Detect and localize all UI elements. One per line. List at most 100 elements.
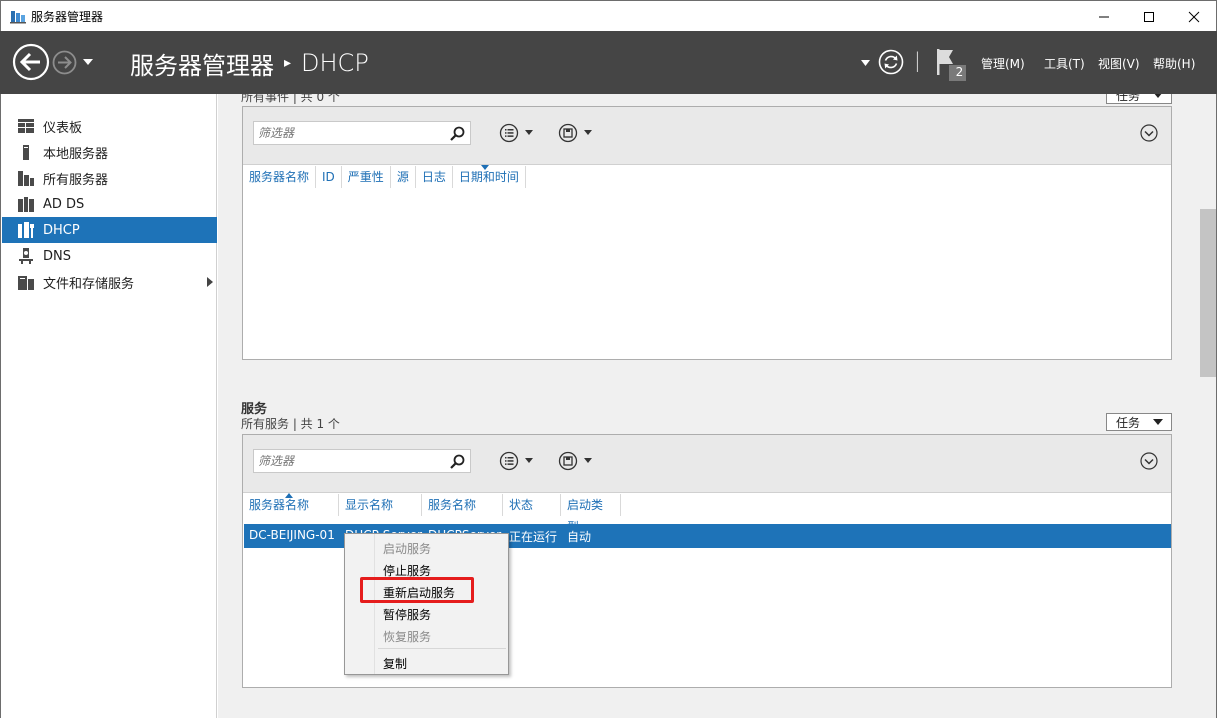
sidebar-item-dhcp[interactable]: DHCP — [2, 217, 217, 243]
chevron-right-icon — [207, 277, 213, 287]
services-column-headers: 服务器名称 显示名称 服务名称 状态 启动类型 — [243, 493, 621, 534]
column-header[interactable]: 启动类型 — [561, 494, 621, 534]
menu-tools[interactable]: 工具(T) — [1044, 55, 1085, 72]
sidebar-item-label: DNS — [43, 248, 71, 264]
server-manager-app-icon — [10, 11, 26, 24]
local-server-icon — [17, 143, 35, 161]
dashboard-icon — [17, 117, 35, 135]
events-filter-box[interactable] — [253, 121, 471, 145]
file-storage-icon — [17, 273, 35, 291]
window-title: 服务器管理器 — [31, 10, 104, 24]
column-header[interactable]: 严重性 — [342, 166, 391, 188]
context-menu-gutter — [345, 534, 375, 674]
notifications-flag-button[interactable]: 2 — [934, 47, 968, 81]
column-header-label: 服务器名称 — [249, 498, 310, 512]
app-header: 服务器管理器 ▸ DHCP | 2 管理(M) 工具(T) 视图(V) 帮助(H… — [0, 31, 1217, 94]
services-toolbar — [243, 435, 1171, 493]
search-icon[interactable] — [450, 126, 465, 141]
breadcrumb-separator-icon: ▸ — [284, 55, 292, 71]
column-header[interactable]: 日志 — [416, 166, 453, 188]
list-options-icon[interactable] — [499, 123, 535, 143]
sidebar-item-label: 文件和存储服务 — [43, 276, 135, 292]
column-header[interactable]: 源 — [391, 166, 416, 188]
menu-help[interactable]: 帮助(H) — [1153, 55, 1195, 72]
notification-count-badge: 2 — [955, 65, 964, 79]
column-header[interactable]: 显示名称 — [339, 494, 422, 516]
events-panel: 服务器名称 ID 严重性 源 日志 日期和时间 — [242, 106, 1172, 360]
sidebar-item-all-servers[interactable]: 所有服务器 — [2, 165, 217, 191]
chevron-down-icon — [1153, 419, 1163, 425]
cell-server-name: DC-BEIJING-01 — [249, 528, 335, 542]
maximize-button[interactable] — [1126, 1, 1172, 32]
breadcrumb: 服务器管理器 ▸ DHCP — [130, 46, 369, 81]
events-subtitle: 所有事件 | 共 0 个 — [241, 94, 340, 104]
refresh-icon[interactable] — [878, 49, 904, 75]
column-header-sorted[interactable]: 服务器名称 — [243, 493, 339, 516]
sidebar-item-label: 仪表板 — [43, 120, 83, 136]
menu-item-copy[interactable]: 复制 — [383, 655, 407, 672]
services-filter-box[interactable] — [253, 449, 471, 473]
sidebar-item-label: 所有服务器 — [43, 172, 109, 188]
events-toolbar — [243, 107, 1171, 165]
menu-view[interactable]: 视图(V) — [1098, 55, 1140, 72]
sidebar-item-dns[interactable]: DNS — [2, 243, 217, 269]
menu-separator — [378, 648, 506, 649]
scrollbar-thumb[interactable] — [1200, 209, 1216, 377]
menu-item-start-service[interactable]: 启动服务 — [383, 540, 431, 557]
column-header[interactable]: ID — [316, 166, 342, 188]
sidebar-item-label: AD DS — [43, 196, 85, 212]
column-header-sorted[interactable]: 日期和时间 — [453, 165, 526, 188]
chevron-down-icon — [1154, 94, 1162, 98]
sidebar-item-file-storage[interactable]: 文件和存储服务 — [2, 269, 217, 295]
menu-manage[interactable]: 管理(M) — [981, 55, 1025, 72]
forward-arrow-icon[interactable] — [52, 50, 77, 75]
adds-icon — [17, 195, 35, 213]
services-task-label: 任务 — [1116, 415, 1141, 430]
column-header-label: 日期和时间 — [458, 170, 519, 184]
cell-startup-type: 自动 — [567, 530, 592, 544]
sidebar-item-local-server[interactable]: 本地服务器 — [2, 139, 217, 165]
dns-icon — [17, 247, 35, 265]
title-bar: 服务器管理器 — [0, 0, 1217, 31]
expand-collapse-icon[interactable] — [1140, 452, 1158, 470]
sidebar-item-label: DHCP — [43, 222, 80, 238]
context-menu: 启动服务 停止服务 重新启动服务 暂停服务 恢复服务 复制 — [344, 533, 509, 675]
history-dropdown-icon[interactable] — [82, 57, 94, 67]
restart-service-highlight — [360, 577, 474, 603]
back-arrow-icon[interactable] — [12, 43, 50, 81]
refresh-dropdown-icon[interactable] — [861, 60, 870, 66]
menu-item-pause-service[interactable]: 暂停服务 — [383, 606, 431, 623]
services-filter-input[interactable] — [254, 450, 444, 472]
sort-descending-icon — [480, 165, 489, 170]
events-filter-input[interactable] — [254, 122, 444, 144]
breadcrumb-current: DHCP — [301, 49, 369, 77]
list-options-icon[interactable] — [499, 451, 535, 471]
services-task-button[interactable]: 任务 — [1106, 413, 1172, 431]
column-header[interactable]: 状态 — [503, 494, 561, 516]
sidebar-item-ad-ds[interactable]: AD DS — [2, 191, 217, 217]
dhcp-icon — [17, 221, 35, 239]
sidebar-nav: 仪表板 本地服务器 所有服务器 AD DS DHCP DNS 文件和存储服务 — [0, 94, 217, 718]
cell-status: 正在运行 — [509, 530, 558, 544]
close-icon — [1188, 11, 1200, 22]
maximize-icon — [1144, 11, 1154, 22]
column-header[interactable]: 服务器名称 — [243, 166, 317, 188]
save-query-icon[interactable] — [558, 123, 594, 143]
breadcrumb-root[interactable]: 服务器管理器 — [130, 46, 274, 81]
events-task-button[interactable]: 任务 — [1106, 94, 1172, 104]
column-header[interactable]: 服务名称 — [422, 494, 503, 516]
minimize-icon — [1099, 16, 1109, 17]
vertical-scrollbar[interactable] — [1199, 94, 1217, 718]
close-button[interactable] — [1171, 1, 1217, 32]
search-icon[interactable] — [450, 454, 465, 469]
expand-collapse-icon[interactable] — [1140, 124, 1158, 142]
save-query-icon[interactable] — [558, 451, 594, 471]
sidebar-item-dashboard[interactable]: 仪表板 — [2, 113, 217, 139]
header-separator: | — [914, 48, 921, 72]
minimize-button[interactable] — [1081, 1, 1127, 32]
menu-item-resume-service[interactable]: 恢复服务 — [383, 628, 431, 645]
sort-ascending-icon — [285, 493, 293, 498]
events-task-label: 任务 — [1116, 94, 1141, 103]
services-subtitle: 所有服务 | 共 1 个 — [241, 417, 340, 431]
events-column-headers: 服务器名称 ID 严重性 源 日志 日期和时间 — [243, 165, 526, 189]
